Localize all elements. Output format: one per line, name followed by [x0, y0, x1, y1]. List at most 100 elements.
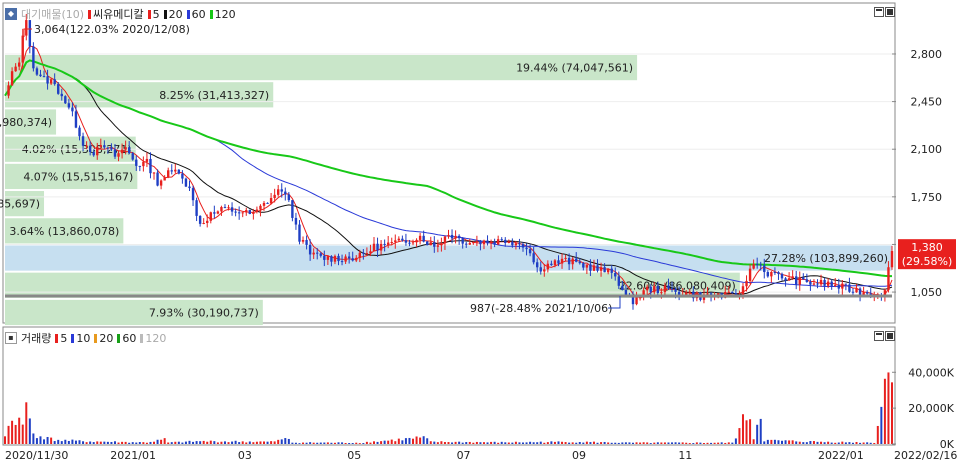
candle-body [674, 288, 677, 292]
price-close-button[interactable] [885, 7, 895, 17]
volume-bar [752, 439, 755, 444]
volume-settings-icon[interactable]: ▪ [5, 332, 17, 344]
vol-ma120-label: 120 [145, 331, 167, 345]
vol-ma20-label: 20 [99, 331, 114, 345]
volume-bar [642, 442, 645, 444]
candle-body [269, 198, 273, 204]
volume-bar [621, 442, 624, 444]
candle-body [837, 284, 840, 289]
volume-bars [4, 372, 893, 444]
volume-bar [529, 441, 532, 444]
ma60-legend[interactable]: 60 [186, 8, 206, 21]
vol-ma5-legend[interactable]: 5 [55, 332, 67, 345]
candle-body [372, 243, 376, 252]
candle-body [564, 257, 567, 259]
volume-bar [522, 442, 525, 444]
candle-body [106, 147, 110, 149]
volume-bar [550, 441, 553, 444]
volume-profile-legend[interactable]: 대기매물(10) [21, 6, 84, 22]
volume-bar [270, 441, 273, 444]
volume-bar [873, 442, 876, 444]
volume-bar [294, 442, 297, 444]
candle-body [7, 85, 10, 96]
settings-icon[interactable]: ◆ [5, 8, 17, 20]
candle-body [245, 210, 248, 213]
volume-bar [660, 442, 663, 444]
volume-bar [436, 442, 439, 444]
chart-canvas[interactable]: 19.44% (74,047,561) 8.25% (31,413,327) 1.5… [0, 0, 959, 463]
candle-body [780, 273, 784, 279]
volume-bar [727, 442, 730, 444]
volume-bar [812, 441, 815, 444]
candle-body [213, 212, 216, 214]
volume-bar [887, 372, 890, 444]
volume-bar [18, 417, 21, 444]
volume-bar [773, 439, 776, 444]
candle-body [57, 84, 60, 94]
volume-profile-label: 7.93% (30,190,737) [149, 306, 259, 319]
candle-body [504, 239, 507, 244]
candle-body [553, 260, 557, 266]
candle-legend-icon [88, 9, 92, 19]
volume-bar [153, 441, 156, 444]
volume-bar [791, 440, 794, 444]
volume-bar [514, 441, 517, 444]
vol-ma60-legend[interactable]: 60 [117, 332, 136, 345]
candle-body [386, 242, 390, 245]
ma20-legend[interactable]: 20 [163, 8, 183, 21]
volume-bar [238, 442, 241, 444]
candle-body [156, 172, 159, 186]
volume-bar [766, 439, 769, 444]
volume-bar [731, 442, 734, 444]
candle-body [167, 170, 170, 178]
candle-body [223, 207, 227, 209]
candle-body [301, 239, 305, 242]
volume-profile-bands: 19.44% (74,047,561) 8.25% (31,413,327) 1.5… [0, 54, 892, 326]
ma120-legend[interactable]: 120 [209, 8, 236, 21]
candle-body [252, 211, 255, 214]
stock-name-legend[interactable]: 씨유메디칼 [88, 6, 144, 22]
vol-ma20-legend[interactable]: 20 [94, 332, 113, 345]
volume-bar [365, 441, 368, 444]
candle-body [447, 234, 450, 237]
vol-ma120-legend[interactable]: 120 [140, 332, 166, 345]
volume-bar [614, 442, 617, 444]
volume-bar [781, 440, 784, 444]
candle-body [731, 291, 734, 294]
candle-body [191, 188, 195, 201]
volume-bar [67, 440, 70, 444]
candle-body [280, 189, 283, 192]
candle-body [401, 238, 404, 241]
candle-body [518, 243, 521, 245]
ma5-legend[interactable]: 5 [147, 8, 160, 21]
candle-body [599, 267, 603, 271]
volume-bar [553, 441, 556, 444]
price-maximize-button[interactable] [874, 7, 884, 17]
candle-body [865, 292, 869, 294]
vol-ma10-legend[interactable]: 10 [71, 332, 90, 345]
volume-bar [532, 442, 535, 444]
volume-title[interactable]: 거래량 [21, 330, 51, 346]
volume-maximize-button[interactable] [874, 331, 884, 341]
volume-bar [160, 439, 163, 444]
volume-bar [117, 442, 120, 444]
candle-body [759, 264, 762, 266]
volume-bar [170, 442, 173, 444]
volume-bar [35, 438, 38, 444]
candle-body [184, 178, 188, 187]
volume-close-button[interactable] [885, 331, 895, 341]
volume-bar [447, 442, 450, 444]
volume-bar [245, 442, 248, 444]
volume-bar [859, 442, 862, 444]
candle-body [795, 276, 798, 285]
volume-bar [582, 442, 585, 444]
candle-body [457, 235, 461, 239]
volume-bar [380, 441, 383, 444]
candle-body [834, 284, 837, 286]
candle-body [333, 255, 337, 262]
ma60-swatch [186, 9, 190, 19]
volume-bar [475, 441, 478, 444]
volume-bar [358, 443, 361, 444]
volume-bar [404, 438, 407, 444]
candle-body [284, 191, 287, 195]
